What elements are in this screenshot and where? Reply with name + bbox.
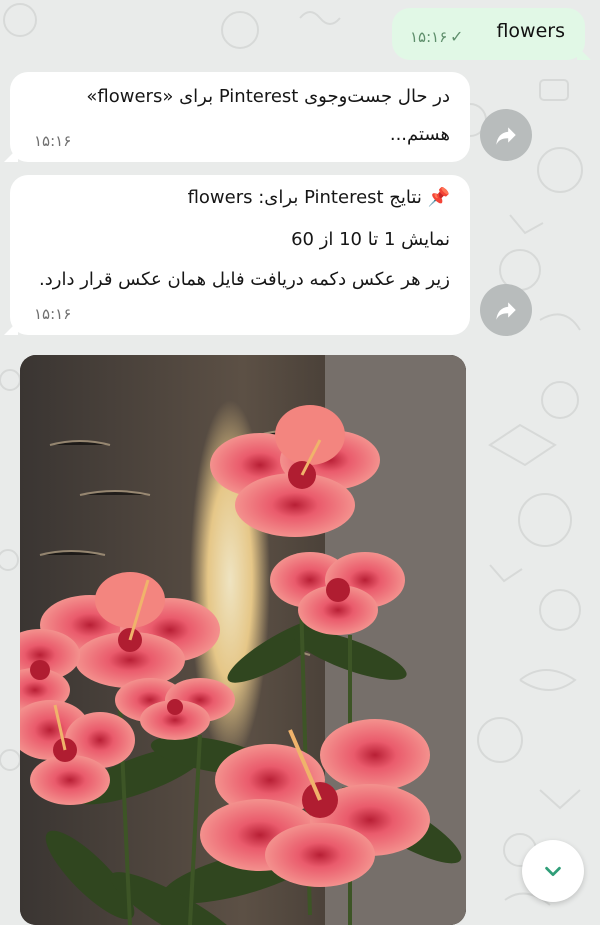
share-button[interactable] [480,109,532,161]
photo-message[interactable] [20,355,466,925]
scroll-to-bottom-button[interactable] [522,840,584,902]
share-icon [496,127,516,145]
check-icon: ✓ [450,27,464,46]
message-line: نمایش 1 تا 10 از 60 [291,229,450,250]
share-button[interactable] [480,284,532,336]
outgoing-message-bubble[interactable]: flowers ۱۵:۱۶ ✓ [392,8,585,60]
chevron-down-icon [545,866,561,877]
message-line: هستم... [389,124,450,145]
share-icon [496,302,516,320]
message-line: 📌 نتایج Pinterest برای: flowers [187,187,450,208]
message-line: در حال جست‌وجوی Pinterest برای «flowers» [86,86,450,107]
message-line: زیر هر عکس دکمه دریافت فایل همان عکس قرا… [39,269,450,290]
incoming-message-bubble[interactable]: 📌 نتایج Pinterest برای: flowers نمایش 1 … [10,175,470,335]
message-time: ۱۵:۱۶ [34,132,72,150]
outgoing-message-time: ۱۵:۱۶ [410,28,448,46]
hibiscus-photo [20,355,466,925]
outgoing-message-text: flowers [496,20,565,42]
message-time: ۱۵:۱۶ [34,305,72,323]
incoming-message-bubble[interactable]: در حال جست‌وجوی Pinterest برای «flowers»… [10,72,470,162]
